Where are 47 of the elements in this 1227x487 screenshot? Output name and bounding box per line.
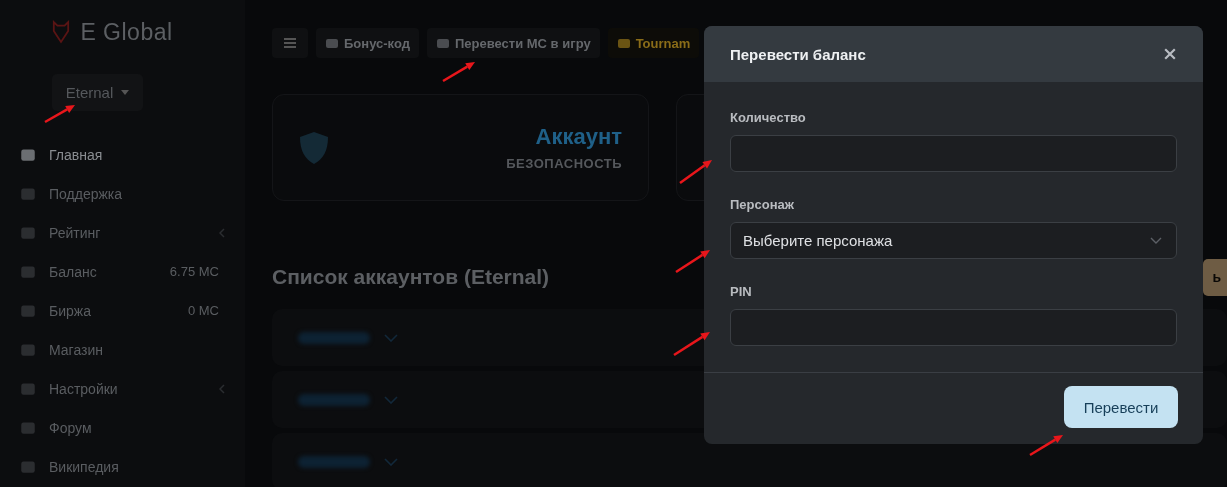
field-label: PIN: [730, 284, 753, 299]
side-button[interactable]: ь: [1203, 258, 1227, 296]
caret-icon: [121, 90, 130, 95]
sidebar-label: Форум: [49, 419, 93, 436]
toolbar-button[interactable]: Бонус-код: [316, 28, 419, 58]
sidebar-item[interactable]: Баланс 6.75 MC: [0, 252, 245, 291]
card-title: Аккаунт: [535, 124, 622, 150]
toolbar-icon: [325, 36, 339, 50]
sidebar-label: Википедия: [49, 458, 120, 475]
sidebar-item[interactable]: Биржа 0 MC: [0, 291, 245, 330]
sidebar-label: Баланс: [49, 263, 98, 280]
sidebar-item[interactable]: Настройки: [0, 369, 245, 408]
toolbar-button[interactable]: Перевести МС в игру: [426, 28, 600, 58]
field-label: Персонаж: [730, 197, 795, 212]
toolbar-icon: [435, 36, 450, 50]
menu-icon: [284, 38, 296, 48]
sidebar-label: Рейтинг: [49, 224, 102, 241]
sidebar-item[interactable]: Магазин: [0, 330, 245, 369]
chevron-icon: [1150, 237, 1162, 244]
section-heading: Список аккаунтов (Eternal): [272, 265, 550, 289]
close-button[interactable]: [1163, 47, 1177, 61]
field-label: Количество: [730, 110, 807, 125]
sidebar-item[interactable]: Рейтинг: [0, 213, 245, 252]
sidebar-item[interactable]: Форум: [0, 408, 245, 447]
sidebar-item[interactable]: Википедия: [0, 447, 245, 486]
sidebar-label: Настройки: [49, 380, 119, 397]
sidebar-label: Биржа: [49, 302, 92, 319]
logo-text: E Global: [80, 18, 173, 46]
sidebar-label: Поддержка: [49, 185, 124, 202]
menu-button[interactable]: [272, 28, 308, 58]
sidebar-label: Главная: [49, 146, 104, 163]
toolbar-button[interactable]: Tournam: [607, 28, 700, 58]
chevron-icon: [219, 227, 225, 238]
sidebar-label: Магазин: [49, 341, 104, 358]
sidebar-item[interactable]: Главная: [0, 135, 245, 174]
select-field[interactable]: Выберите персонажа: [730, 222, 1177, 259]
sidebar-value: 0 MC: [187, 303, 219, 318]
submit-button[interactable]: Перевести: [1064, 386, 1178, 428]
shield-icon: [299, 130, 329, 165]
toolbar-icon: [616, 36, 631, 50]
card-subtitle: БЕЗОПАСНОСТЬ: [506, 156, 622, 171]
chevron-icon: [219, 383, 225, 394]
modal-title: Перевести баланс: [730, 45, 866, 63]
sidebar-value: 6.75 MC: [169, 264, 219, 279]
server-dropdown[interactable]: Eternal: [51, 74, 144, 111]
sidebar-item[interactable]: Поддержка: [0, 174, 245, 213]
logo-icon: [52, 20, 71, 44]
